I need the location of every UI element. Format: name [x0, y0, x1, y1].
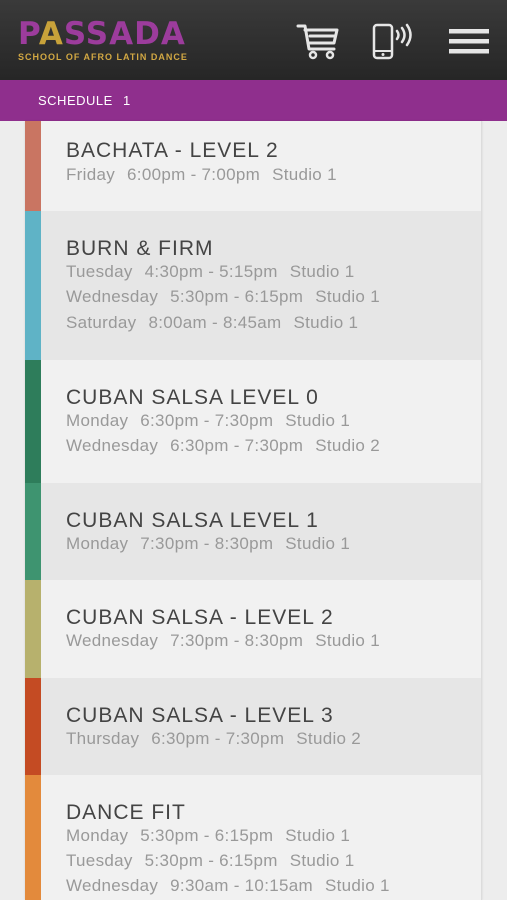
- class-color-stripe: [25, 121, 41, 211]
- session-studio: Studio 1: [315, 631, 380, 650]
- session-day: Wednesday: [66, 631, 159, 650]
- class-session: Saturday 8:00am - 8:45am Studio 1: [66, 313, 358, 333]
- session-studio: Studio 1: [289, 262, 355, 281]
- menu-icon[interactable]: [448, 22, 490, 62]
- logo-tagline: SCHOOL OF AFRO LATIN DANCE: [18, 52, 188, 62]
- session-studio: Studio 1: [289, 851, 355, 870]
- class-color-stripe: [25, 360, 41, 483]
- schedule-title[interactable]: SCHEDULE: [38, 93, 113, 108]
- session-day: Wednesday: [66, 436, 159, 455]
- session-day: Thursday: [66, 729, 140, 748]
- session-time: 6:30pm - 7:30pm: [170, 436, 304, 455]
- session-time: 5:30pm - 6:15pm: [144, 851, 278, 870]
- class-color-stripe: [25, 483, 41, 580]
- session-day: Monday: [66, 411, 129, 430]
- session-studio: Studio 1: [324, 876, 390, 895]
- schedule-bar: SCHEDULE 1: [0, 80, 507, 121]
- cart-icon[interactable]: [296, 22, 340, 62]
- class-session: Monday 5:30pm - 6:15pm Studio 1: [66, 826, 350, 846]
- app-header: PASSADA SCHOOL OF AFRO LATIN DANCE: [0, 0, 507, 80]
- class-session: Monday 7:30pm - 8:30pm Studio 1: [66, 534, 350, 554]
- session-studio: Studio 1: [315, 287, 380, 306]
- class-title: BACHATA - LEVEL 2: [66, 139, 279, 162]
- class-color-stripe: [25, 211, 41, 360]
- logo-letter-a-accent: A: [38, 16, 64, 52]
- class-session: Wednesday 9:30am - 10:15am Studio 1: [66, 876, 390, 896]
- logo-letters-ssada: SSADA: [63, 16, 186, 52]
- class-session: Tuesday 5:30pm - 6:15pm Studio 1: [66, 851, 354, 871]
- session-time: 5:30pm - 6:15pm: [170, 287, 304, 306]
- session-time: 6:00pm - 7:00pm: [127, 165, 261, 184]
- schedule-count: 1: [123, 93, 131, 108]
- passada-logo[interactable]: PASSADA SCHOOL OF AFRO LATIN DANCE: [18, 16, 208, 66]
- class-session: Wednesday 5:30pm - 6:15pm Studio 1: [66, 287, 380, 307]
- session-time: 5:30pm - 6:15pm: [140, 826, 274, 845]
- class-title: CUBAN SALSA LEVEL 1: [66, 509, 319, 532]
- class-session: Tuesday 4:30pm - 5:15pm Studio 1: [66, 262, 354, 282]
- class-title: DANCE FIT: [66, 801, 186, 824]
- class-item[interactable]: BACHATA - LEVEL 2 Friday 6:00pm - 7:00pm S…: [25, 121, 481, 211]
- class-session: Wednesday 6:30pm - 7:30pm Studio 2: [66, 436, 380, 456]
- session-day: Friday: [66, 165, 116, 184]
- class-item[interactable]: CUBAN SALSA - LEVEL 2 Wednesday 7:30pm - …: [25, 580, 481, 678]
- session-day: Saturday: [66, 313, 137, 332]
- class-color-stripe: [25, 678, 41, 775]
- session-time: 8:00am - 8:45am: [148, 313, 282, 332]
- session-time: 7:30pm - 8:30pm: [140, 534, 274, 553]
- class-item[interactable]: CUBAN SALSA - LEVEL 3 Thursday 6:30pm - 7…: [25, 678, 481, 775]
- class-session: Monday 6:30pm - 7:30pm Studio 1: [66, 411, 350, 431]
- logo-wordmark: PASSADA: [18, 16, 208, 52]
- session-time: 4:30pm - 5:15pm: [144, 262, 278, 281]
- session-day: Tuesday: [66, 262, 133, 281]
- session-day: Monday: [66, 826, 129, 845]
- class-title: CUBAN SALSA - LEVEL 2: [66, 606, 334, 629]
- session-studio: Studio 1: [285, 411, 351, 430]
- session-studio: Studio 1: [272, 165, 337, 184]
- class-item[interactable]: CUBAN SALSA LEVEL 1 Monday 7:30pm - 8:30p…: [25, 483, 481, 580]
- class-session: Thursday 6:30pm - 7:30pm Studio 2: [66, 729, 361, 749]
- class-title: CUBAN SALSA LEVEL 0: [66, 386, 319, 409]
- class-color-stripe: [25, 580, 41, 678]
- session-time: 7:30pm - 8:30pm: [170, 631, 304, 650]
- logo-letter-p: P: [18, 16, 39, 52]
- session-day: Wednesday: [66, 876, 159, 895]
- class-item[interactable]: CUBAN SALSA LEVEL 0 Monday 6:30pm - 7:30p…: [25, 360, 481, 483]
- session-time: 6:30pm - 7:30pm: [151, 729, 285, 748]
- class-session: Wednesday 7:30pm - 8:30pm Studio 1: [66, 631, 380, 651]
- class-item[interactable]: BURN & FIRM Tuesday 4:30pm - 5:15pm Studio…: [25, 211, 481, 360]
- session-studio: Studio 2: [296, 729, 362, 748]
- class-title: CUBAN SALSA - LEVEL 3: [66, 704, 334, 727]
- session-day: Wednesday: [66, 287, 159, 306]
- session-day: Tuesday: [66, 851, 133, 870]
- session-time: 6:30pm - 7:30pm: [140, 411, 274, 430]
- session-studio: Studio 1: [285, 826, 351, 845]
- class-session: Friday 6:00pm - 7:00pm Studio 1: [66, 165, 337, 185]
- session-time: 9:30am - 10:15am: [170, 876, 313, 895]
- session-studio: Studio 1: [285, 534, 351, 553]
- class-item[interactable]: DANCE FIT Monday 5:30pm - 6:15pm Studio 1 …: [25, 775, 481, 900]
- session-studio: Studio 2: [315, 436, 380, 455]
- session-studio: Studio 1: [293, 313, 359, 332]
- session-day: Monday: [66, 534, 129, 553]
- class-color-stripe: [25, 775, 41, 900]
- class-title: BURN & FIRM: [66, 237, 214, 260]
- class-list[interactable]: BACHATA - LEVEL 2 Friday 6:00pm - 7:00pm S…: [25, 121, 482, 900]
- phone-call-icon[interactable]: [371, 22, 417, 62]
